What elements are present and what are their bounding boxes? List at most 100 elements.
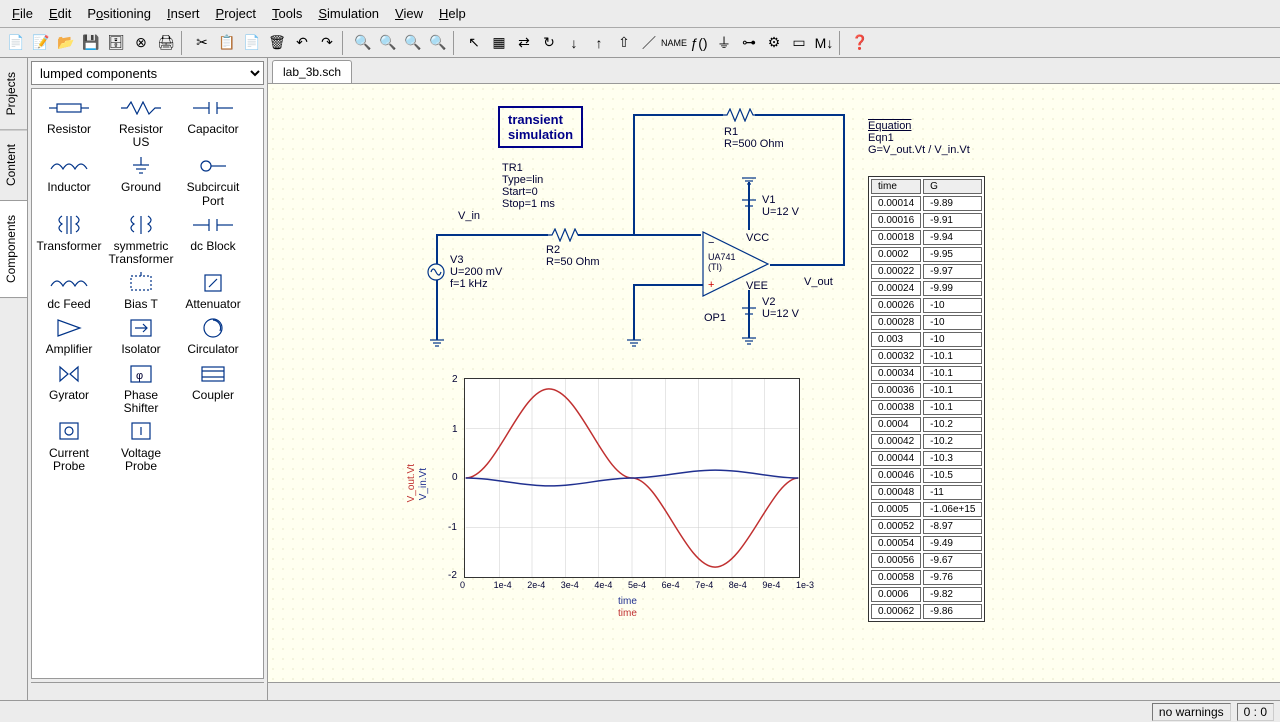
menu-view[interactable]: View	[387, 2, 431, 25]
ground-tool-icon[interactable]: ⏚	[712, 31, 736, 55]
component-transformer[interactable]: Transformer	[36, 212, 102, 268]
wire-icon[interactable]: ／	[637, 31, 661, 55]
name-icon[interactable]: NAME	[662, 31, 686, 55]
resistor-r1-icon[interactable]	[723, 108, 755, 122]
marker-icon[interactable]: ▦	[487, 31, 511, 55]
menu-project[interactable]: Project	[208, 2, 264, 25]
goto-sub-icon[interactable]: ↓	[562, 31, 586, 55]
menu-bar: File Edit Positioning Insert Project Too…	[0, 0, 1280, 28]
help-icon[interactable]: ❓	[848, 31, 872, 55]
panel-hscroll[interactable]	[31, 682, 264, 700]
rotate-icon[interactable]: ↻	[537, 31, 561, 55]
component-symmetric-transformer[interactable]: symmetric Transformer	[108, 212, 174, 268]
svg-text:−: −	[708, 237, 714, 249]
svg-text:φ: φ	[136, 370, 143, 382]
component-category-select[interactable]: lumped components	[31, 61, 264, 85]
component-dc-block[interactable]: dc Block	[180, 212, 246, 268]
menu-insert[interactable]: Insert	[159, 2, 208, 25]
component-coupler[interactable]: Coupler	[180, 361, 246, 417]
ua-label: UA741 (TI)	[708, 252, 736, 272]
close-icon[interactable]: ⊗	[129, 31, 153, 55]
component-amplifier[interactable]: Amplifier	[36, 315, 102, 358]
component-isolator[interactable]: Isolator	[108, 315, 174, 358]
goto-up-icon[interactable]: ↑	[587, 31, 611, 55]
paste-icon[interactable]: 📄	[240, 31, 264, 55]
component-bias-t[interactable]: Bias T	[108, 270, 174, 313]
tab-components[interactable]: Components	[0, 201, 27, 298]
menu-simulation[interactable]: Simulation	[310, 2, 387, 25]
menu-help[interactable]: Help	[431, 2, 474, 25]
new-text-icon[interactable]: 📝	[29, 31, 53, 55]
component-phase-shifter[interactable]: φPhase Shifter	[108, 361, 174, 417]
zoom-out-icon[interactable]: 🔍	[376, 31, 400, 55]
component-dc-feed[interactable]: dc Feed	[36, 270, 102, 313]
v3-params: V3 U=200 mV f=1 kHz	[450, 254, 502, 290]
component-voltage-probe[interactable]: Voltage Probe	[108, 419, 174, 475]
component-inductor[interactable]: Inductor	[36, 153, 102, 209]
simulate-icon[interactable]: ⚙	[762, 31, 786, 55]
component-attenuator[interactable]: Attenuator	[180, 270, 246, 313]
table-row: 0.00044-10.3	[871, 451, 982, 466]
table-row: 0.00016-9.91	[871, 213, 982, 228]
component-resistor-us[interactable]: Resistor US	[108, 95, 174, 151]
schematic-canvas[interactable]: transient simulation TR1 Type=lin Start=…	[268, 84, 1280, 682]
select-icon[interactable]: ↖	[462, 31, 486, 55]
side-tabs: Projects Content Components	[0, 58, 28, 700]
table-row: 0.00032-10.1	[871, 349, 982, 364]
wire	[633, 114, 723, 116]
zoom-fit-icon[interactable]: 🔍	[351, 31, 375, 55]
zoom-in-icon[interactable]: 🔍	[426, 31, 450, 55]
component-current-probe[interactable]: Current Probe	[36, 419, 102, 475]
component-ground[interactable]: Ground	[108, 153, 174, 209]
component-circulator[interactable]: Circulator	[180, 315, 246, 358]
component-gyrator[interactable]: Gyrator	[36, 361, 102, 417]
menu-tools[interactable]: Tools	[264, 2, 310, 25]
component-subcircuit-port[interactable]: Subcircuit Port	[180, 153, 246, 209]
component-capacitor[interactable]: Capacitor	[180, 95, 246, 151]
chart[interactable]	[464, 378, 800, 578]
save-all-icon[interactable]: 🗄	[104, 31, 128, 55]
display-icon[interactable]: ▭	[787, 31, 811, 55]
menu-positioning[interactable]: Positioning	[79, 2, 159, 25]
table-row: 0.0002-9.95	[871, 247, 982, 262]
source-icon[interactable]	[426, 262, 446, 282]
v2-params: V2 U=12 V	[762, 296, 799, 320]
svg-text:+: +	[708, 279, 714, 291]
undo-icon[interactable]: ↶	[290, 31, 314, 55]
delete-icon[interactable]: 🗑	[265, 31, 289, 55]
tab-projects[interactable]: Projects	[0, 58, 27, 130]
equation-icon[interactable]: ƒ()	[687, 31, 711, 55]
v1-source-icon[interactable]	[740, 194, 758, 214]
print-icon[interactable]: 🖨	[154, 31, 178, 55]
file-tab[interactable]: lab_3b.sch	[272, 60, 352, 83]
resistor-r2-icon[interactable]	[548, 228, 580, 242]
equation-block[interactable]: Equation Eqn1 G=V_out.Vt / V_in.Vt	[868, 120, 970, 156]
redo-icon[interactable]: ↷	[315, 31, 339, 55]
open-icon[interactable]: 📂	[54, 31, 78, 55]
menu-edit[interactable]: Edit	[41, 2, 79, 25]
menu-file[interactable]: File	[4, 2, 41, 25]
mirror-icon[interactable]: ⇄	[512, 31, 536, 55]
save-icon[interactable]: 💾	[79, 31, 103, 55]
pop-icon[interactable]: ⇧	[612, 31, 636, 55]
wire	[755, 114, 845, 116]
component-resistor[interactable]: Resistor	[36, 95, 102, 151]
new-icon[interactable]: 📄	[4, 31, 28, 55]
wire	[843, 114, 845, 264]
marker2-icon[interactable]: M↓	[812, 31, 836, 55]
vin-label: V_in	[458, 210, 480, 222]
toolbar: 📄 📝 📂 💾 🗄 ⊗ 🖨 ✂ 📋 📄 🗑 ↶ ↷ 🔍 🔍 🔍 🔍 ↖ ▦ ⇄ …	[0, 28, 1280, 58]
ground-source-icon	[428, 338, 446, 348]
zoom-1-icon[interactable]: 🔍	[401, 31, 425, 55]
table-row: 0.0005-1.06e+15	[871, 502, 982, 517]
cut-icon[interactable]: ✂	[190, 31, 214, 55]
wire	[633, 114, 635, 235]
table-row: 0.00054-9.49	[871, 536, 982, 551]
transient-sim-block[interactable]: transient simulation	[498, 106, 583, 148]
tab-content[interactable]: Content	[0, 130, 27, 201]
canvas-hscroll[interactable]	[268, 682, 1280, 700]
copy-icon[interactable]: 📋	[215, 31, 239, 55]
port-tool-icon[interactable]: ⊶	[737, 31, 761, 55]
v2-source-icon[interactable]	[740, 302, 758, 322]
chart-y2-label: V_in.Vt	[418, 468, 429, 500]
